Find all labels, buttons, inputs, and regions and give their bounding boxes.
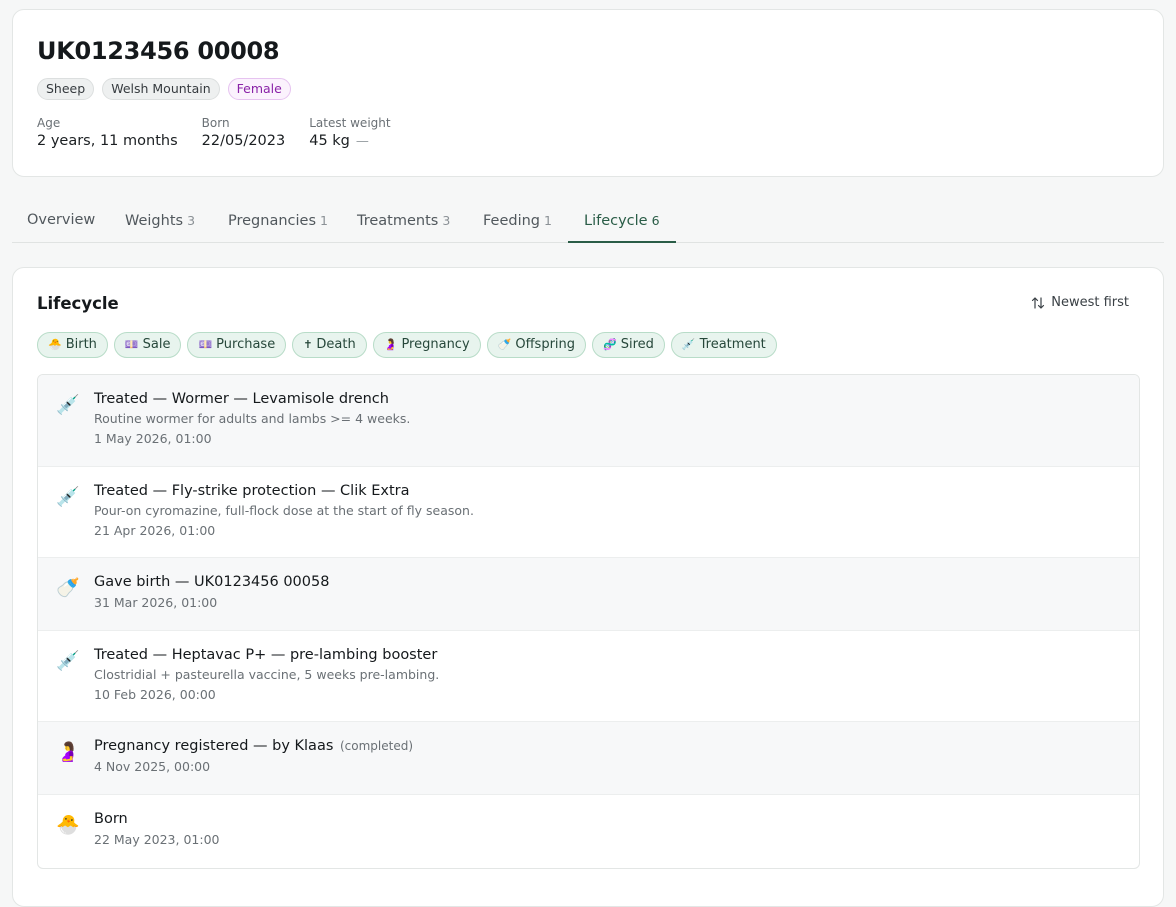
tab-label: Lifecycle	[584, 213, 648, 229]
filter-chip-offspring[interactable]: 🍼 Offspring	[486, 332, 587, 358]
sex-badge: Female	[227, 78, 291, 100]
event-timestamp: 10 Feb 2026, 00:00	[94, 687, 216, 702]
pregnant-woman-icon: 🤰	[56, 741, 80, 763]
tab-label: Treatments	[357, 213, 439, 229]
age-stat: Age 2 years, 11 months	[37, 116, 178, 149]
weight-stat: Latest weight 45 kg —	[309, 116, 390, 149]
sort-order-button[interactable]: Newest first	[1031, 295, 1129, 310]
chip-label: Purchase	[216, 337, 276, 352]
event-timestamp: 1 May 2026, 01:00	[94, 431, 212, 446]
event-description: Clostridial + pasteurella vaccine, 5 wee…	[94, 667, 440, 682]
filter-chip-sale[interactable]: 💷 Sale	[113, 332, 182, 358]
event-description: Routine wormer for adults and lambs >= 4…	[94, 411, 411, 426]
tab-weights[interactable]: Weights 3	[125, 200, 195, 243]
banknote-icon: 💷	[124, 338, 139, 351]
animal-badges: Sheep Welsh Mountain Female	[37, 78, 291, 100]
event-filter-chips: 🐣 Birth 💷 Sale 💷 Purchase ✝ Death 🤰 Pregnancy…	[37, 332, 777, 358]
lifecycle-title: Lifecycle	[37, 294, 119, 313]
event-title: Born	[94, 811, 128, 827]
event-title: Treated — Wormer — Levamisole drench	[94, 391, 389, 407]
filter-chip-purchase[interactable]: 💷 Purchase	[187, 332, 287, 358]
tab-count: 3	[442, 213, 451, 228]
tab-label: Feeding	[483, 213, 541, 229]
animal-header-card: UK0123456 00008 Sheep Welsh Mountain Fem…	[12, 9, 1164, 177]
tab-label: Pregnancies	[228, 213, 316, 229]
event-timestamp: 4 Nov 2025, 00:00	[94, 759, 211, 774]
tab-treatments[interactable]: Treatments 3	[357, 200, 450, 243]
species-badge: Sheep	[37, 78, 95, 100]
filter-chip-birth[interactable]: 🐣 Birth	[37, 332, 108, 358]
syringe-icon: 💉	[681, 338, 696, 351]
list-item[interactable]: 💉 Treated — Wormer — Levamisole drench R…	[38, 375, 1139, 467]
weight-label: Latest weight	[309, 116, 391, 130]
tab-overview[interactable]: Overview	[27, 200, 95, 243]
tab-bar: Overview Weights 3 Pregnancies 1 Treatment…	[12, 200, 1164, 243]
list-item[interactable]: 🐣 Born 22 May 2023, 01:00	[38, 795, 1139, 868]
event-title: Treated — Heptavac P+ — pre-lambing boos…	[94, 647, 438, 663]
sort-arrows-icon	[1032, 296, 1045, 309]
born-stat: Born 22/05/2023	[202, 116, 286, 149]
tab-count: 6	[651, 213, 660, 228]
lifecycle-event-list: 💉 Treated — Wormer — Levamisole drench R…	[37, 374, 1140, 869]
chip-label: Pregnancy	[401, 337, 470, 352]
syringe-icon: 💉	[56, 650, 80, 672]
syringe-icon: 💉	[56, 394, 80, 416]
baby-bottle-icon: 🍼	[56, 577, 80, 599]
event-title: Gave birth — UK0123456 00058	[94, 574, 330, 590]
event-timestamp: 31 Mar 2026, 01:00	[94, 595, 218, 610]
dna-icon: 🧬	[603, 338, 617, 351]
list-item[interactable]: 🤰 Pregnancy registered — by Klaas (compl…	[38, 722, 1139, 795]
pregnant-woman-icon: 🤰	[383, 338, 398, 351]
breed-badge: Welsh Mountain	[102, 78, 220, 100]
filter-chip-pregnancy[interactable]: 🤰 Pregnancy	[372, 332, 481, 358]
lifecycle-card: Lifecycle Newest first 🐣 Birth 💷 Sale 💷 Pur…	[12, 267, 1164, 907]
sort-label: Newest first	[1051, 295, 1129, 310]
weight-value-row: 45 kg —	[309, 133, 390, 149]
age-value: 2 years, 11 months	[37, 133, 178, 149]
chick-icon: 🐣	[56, 814, 80, 836]
weight-trend: —	[355, 134, 369, 149]
tab-feeding[interactable]: Feeding 1	[483, 200, 552, 243]
filter-chip-treatment[interactable]: 💉 Treatment	[670, 332, 777, 358]
event-title-row: Pregnancy registered — by Klaas (complet…	[94, 738, 1123, 754]
event-timestamp: 22 May 2023, 01:00	[94, 832, 220, 847]
event-status-note: (completed)	[340, 739, 414, 753]
tab-lifecycle[interactable]: Lifecycle 6	[568, 200, 676, 243]
chick-icon: 🐣	[48, 338, 62, 351]
tab-count: 1	[320, 213, 328, 228]
tab-pregnancies[interactable]: Pregnancies 1	[228, 200, 328, 243]
age-label: Age	[37, 116, 61, 130]
tab-label: Weights	[125, 213, 184, 229]
born-label: Born	[201, 116, 230, 130]
animal-id-title: UK0123456 00008	[37, 37, 280, 65]
chip-label: Birth	[65, 337, 97, 352]
event-title: Treated — Fly-strike protection — Clik E…	[94, 483, 410, 499]
weight-value: 45 kg	[309, 133, 350, 149]
filter-chip-sired[interactable]: 🧬 Sired	[592, 332, 665, 358]
chip-label: Death	[316, 337, 356, 352]
tab-label: Overview	[27, 212, 96, 228]
chip-label: Sale	[142, 337, 171, 352]
list-item[interactable]: 🍼 Gave birth — UK0123456 00058 31 Mar 20…	[38, 558, 1139, 631]
born-value: 22/05/2023	[201, 133, 286, 149]
list-item[interactable]: 💉 Treated — Fly-strike protection — Clik…	[38, 467, 1139, 558]
event-description: Pour-on cyromazine, full-flock dose at t…	[94, 503, 474, 518]
chip-label: Treatment	[699, 337, 766, 352]
cross-icon: ✝	[303, 338, 313, 351]
banknote-icon: 💷	[198, 338, 213, 351]
event-title: Pregnancy registered — by Klaas	[94, 738, 334, 754]
event-timestamp: 21 Apr 2026, 01:00	[94, 523, 216, 538]
tab-count: 1	[544, 213, 552, 228]
list-item[interactable]: 💉 Treated — Heptavac P+ — pre-lambing bo…	[38, 631, 1139, 722]
chip-label: Sired	[620, 337, 654, 352]
filter-chip-death[interactable]: ✝ Death	[292, 332, 367, 358]
animal-stats: Age 2 years, 11 months Born 22/05/2023 L…	[37, 116, 415, 149]
baby-bottle-icon: 🍼	[497, 338, 512, 351]
syringe-icon: 💉	[56, 486, 80, 508]
chip-label: Offspring	[515, 337, 576, 352]
tab-count: 3	[187, 213, 196, 228]
